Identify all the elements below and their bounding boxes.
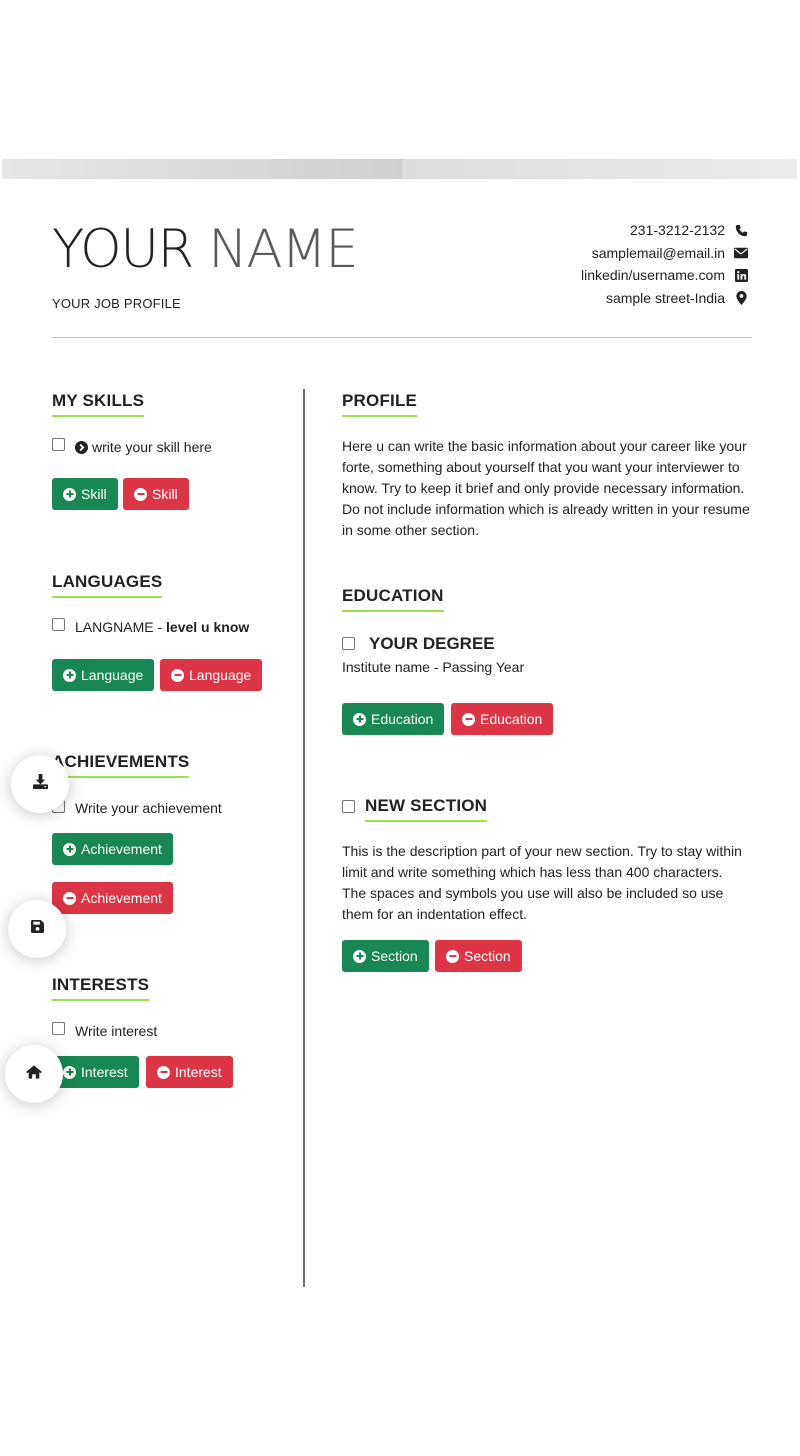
add-achievement-button[interactable]: Achievement <box>52 833 173 865</box>
remove-language-button[interactable]: Language <box>160 659 263 691</box>
linkedin-icon <box>734 268 748 282</box>
header-divider <box>52 337 752 338</box>
remove-section-label: Section <box>464 948 511 964</box>
education-title[interactable]: EDUCATION <box>342 586 444 612</box>
languages-title[interactable]: LANGUAGES <box>52 572 163 598</box>
add-achievement-label: Achievement <box>81 841 162 857</box>
skills-title[interactable]: MY SKILLS <box>52 391 145 417</box>
contact-address[interactable]: sample street-India <box>581 287 748 310</box>
envelope-icon <box>734 246 748 260</box>
achievements-title[interactable]: ACHIEVEMENTS <box>52 752 190 778</box>
plus-circle-icon <box>353 712 366 726</box>
home-icon <box>26 1064 42 1084</box>
plus-circle-icon <box>63 842 76 856</box>
column-divider <box>303 389 305 1287</box>
chevron-circle-icon <box>75 441 88 457</box>
last-name[interactable]: NAME <box>208 219 359 280</box>
skill-item[interactable]: write your skill here <box>75 439 212 457</box>
remove-achievement-label: Achievement <box>81 890 162 906</box>
language-checkbox[interactable] <box>52 618 65 631</box>
top-gradient-bar <box>2 159 797 179</box>
remove-section-button[interactable]: Section <box>435 940 522 972</box>
interests-title[interactable]: INTERESTS <box>52 975 150 1001</box>
remove-interest-button[interactable]: Interest <box>146 1056 233 1088</box>
job-profile[interactable]: YOUR JOB PROFILE <box>52 296 181 311</box>
interest-checkbox[interactable] <box>52 1022 65 1035</box>
add-interest-label: Interest <box>81 1064 128 1080</box>
language-item[interactable]: LANGNAME - level u know <box>75 619 249 635</box>
remove-education-button[interactable]: Education <box>451 703 554 735</box>
institute-text[interactable]: Institute name - Passing Year <box>342 659 524 675</box>
interest-item[interactable]: Write interest <box>75 1023 157 1039</box>
top-bar-left <box>2 159 402 179</box>
minus-circle-icon <box>134 487 147 501</box>
contact-email-text[interactable]: samplemail@email.in <box>592 245 725 261</box>
first-name[interactable]: YOUR <box>52 219 194 280</box>
contact-address-text[interactable]: sample street-India <box>606 290 725 306</box>
add-section-button[interactable]: Section <box>342 940 429 972</box>
contact-list: 231-3212-2132 samplemail@email.in linked… <box>581 219 748 309</box>
save-icon <box>30 920 44 938</box>
add-section-label: Section <box>371 948 418 964</box>
new-section-checkbox[interactable] <box>342 800 355 813</box>
add-education-label: Education <box>371 711 434 727</box>
remove-skill-label: Skill <box>152 486 178 502</box>
add-skill-button[interactable]: Skill <box>52 478 118 510</box>
education-checkbox[interactable] <box>342 637 355 650</box>
plus-circle-icon <box>63 668 76 682</box>
plus-circle-icon <box>63 487 76 501</box>
contact-linkedin-text[interactable]: linkedin/username.com <box>581 267 725 283</box>
plus-circle-icon <box>353 949 366 963</box>
phone-icon <box>734 223 748 237</box>
remove-skill-button[interactable]: Skill <box>123 478 189 510</box>
add-skill-label: Skill <box>81 486 107 502</box>
minus-circle-icon <box>63 891 76 905</box>
new-section-text[interactable]: This is the description part of your new… <box>342 841 742 925</box>
minus-circle-icon <box>462 712 475 726</box>
remove-achievement-button[interactable]: Achievement <box>52 882 173 914</box>
download-button[interactable] <box>11 755 69 813</box>
language-name[interactable]: LANGNAME <box>75 619 154 635</box>
minus-circle-icon <box>171 668 184 682</box>
top-bar-right <box>402 159 797 179</box>
language-separator: - <box>153 619 167 635</box>
home-button[interactable] <box>5 1045 63 1103</box>
new-section-title[interactable]: NEW SECTION <box>365 796 488 822</box>
minus-circle-icon <box>157 1065 170 1079</box>
add-education-button[interactable]: Education <box>342 703 445 735</box>
degree-name[interactable]: YOUR DEGREE <box>369 634 495 654</box>
resume-name[interactable]: YOUR NAME <box>52 219 359 281</box>
add-interest-button[interactable]: Interest <box>52 1056 139 1088</box>
add-language-button[interactable]: Language <box>52 659 155 691</box>
profile-text[interactable]: Here u can write the basic information a… <box>342 436 750 541</box>
add-language-label: Language <box>81 667 144 683</box>
map-marker-icon <box>734 290 748 305</box>
language-level[interactable]: level u know <box>166 619 249 635</box>
download-icon <box>32 774 48 794</box>
contact-linkedin[interactable]: linkedin/username.com <box>581 264 748 287</box>
save-button[interactable] <box>8 900 66 958</box>
contact-phone[interactable]: 231-3212-2132 <box>581 219 748 242</box>
minus-circle-icon <box>446 949 459 963</box>
plus-circle-icon <box>63 1065 76 1079</box>
contact-phone-text[interactable]: 231-3212-2132 <box>630 222 725 238</box>
skill-item-text[interactable]: write your skill here <box>92 439 212 455</box>
remove-interest-label: Interest <box>175 1064 222 1080</box>
contact-email[interactable]: samplemail@email.in <box>581 242 748 265</box>
profile-title[interactable]: PROFILE <box>342 391 418 417</box>
remove-language-label: Language <box>189 667 252 683</box>
skill-checkbox[interactable] <box>52 438 65 451</box>
remove-education-label: Education <box>480 711 543 727</box>
achievement-item[interactable]: Write your achievement <box>75 800 222 816</box>
